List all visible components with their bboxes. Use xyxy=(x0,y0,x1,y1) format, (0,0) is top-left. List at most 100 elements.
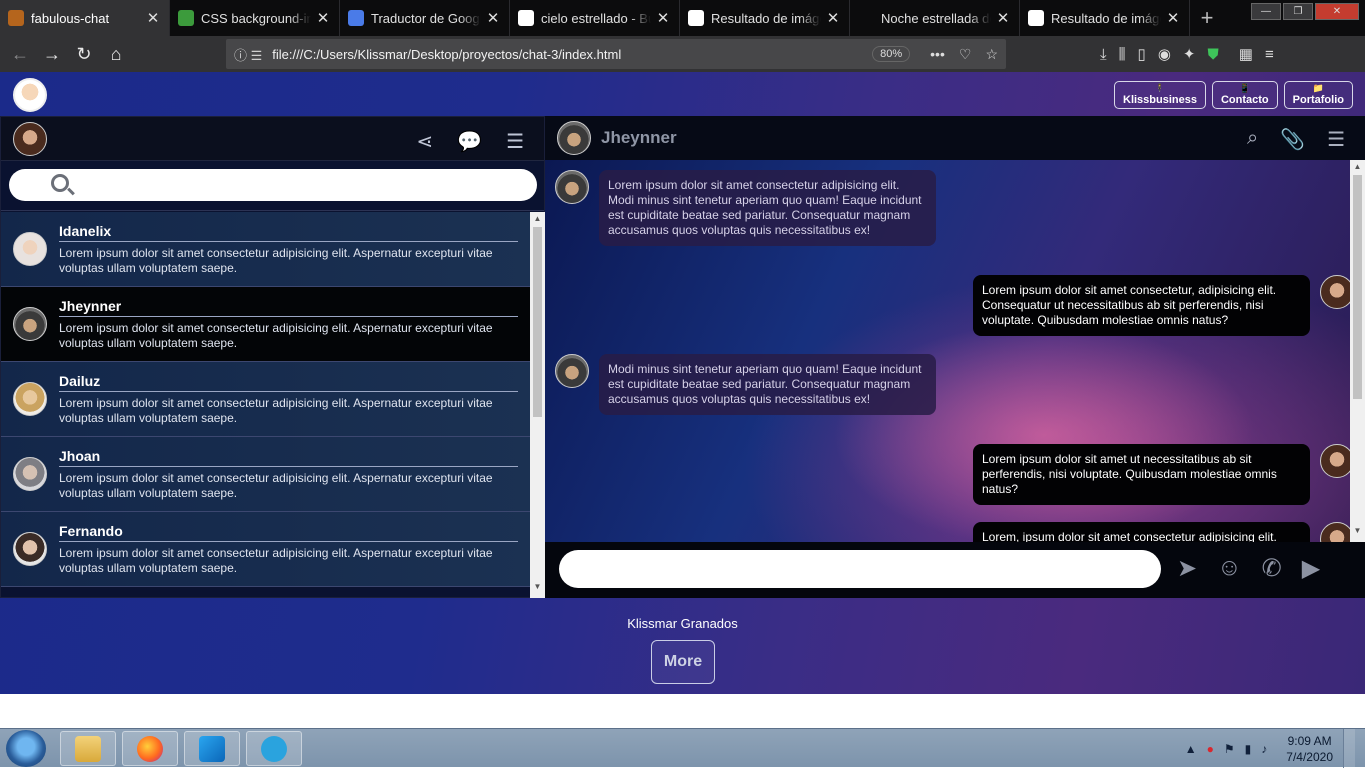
header-button-klissbusiness[interactable]: 🕴 Klissbusiness xyxy=(1114,81,1206,109)
divider xyxy=(1,210,544,211)
contact-name: Jheynner xyxy=(59,298,518,317)
browser-tab[interactable]: cielo estrellado - Bús ✕ xyxy=(510,0,680,36)
message-input[interactable] xyxy=(559,550,1161,588)
close-tab-icon[interactable]: ✕ xyxy=(315,9,331,27)
search-input[interactable] xyxy=(9,169,537,201)
close-tab-icon[interactable]: ✕ xyxy=(1165,9,1181,27)
message-row: Lorem, ipsum dolor sit amet consectetur … xyxy=(973,522,1350,542)
contact-avatar[interactable] xyxy=(557,121,591,155)
shield-icon[interactable]: ⛊ xyxy=(1207,46,1218,63)
contact-list-item[interactable]: Jhoan Lorem ipsum dolor sit amet consecte… xyxy=(1,437,530,512)
contact-list-item[interactable]: Jheynner Lorem ipsum dolor sit amet conse… xyxy=(1,287,530,362)
account-icon[interactable]: ◉ xyxy=(1158,45,1171,63)
close-tab-icon[interactable]: ✕ xyxy=(825,9,841,27)
send-icon[interactable]: ➤ xyxy=(1177,554,1197,583)
browser-tab[interactable]: Noche estrellada del ✕ xyxy=(850,0,1020,36)
browser-tab[interactable]: Traductor de Google ✕ xyxy=(340,0,510,36)
search-icon[interactable]: ⌕ xyxy=(1247,127,1258,152)
network-icon[interactable]: ▮ xyxy=(1245,742,1252,756)
close-tab-icon[interactable]: ✕ xyxy=(145,9,161,27)
tab-title: CSS background-ima xyxy=(201,10,311,26)
volume-icon[interactable]: ♪ xyxy=(1261,742,1267,756)
minimize-button[interactable]: — xyxy=(1251,3,1281,20)
tab-title: Traductor de Google xyxy=(371,10,481,26)
downloads-icon[interactable]: ⤓ xyxy=(1100,46,1107,63)
profile-avatar[interactable] xyxy=(13,121,47,156)
favicon-icon xyxy=(348,10,364,26)
menu-icon[interactable]: ☰ xyxy=(1327,127,1345,152)
contact-list-item[interactable]: Fernando Lorem ipsum dolor sit amet conse… xyxy=(1,512,530,587)
contacts-scrollbar[interactable]: ▲ ▼ xyxy=(530,212,545,598)
show-desktop-button[interactable] xyxy=(1343,729,1355,768)
sidebar-icon[interactable]: ▯ xyxy=(1138,45,1146,63)
favicon-icon xyxy=(178,10,194,26)
browser-tab[interactable]: Resultado de imágen✕ xyxy=(1020,0,1190,36)
window-controls: — ❐ ✕ xyxy=(1251,3,1359,20)
page-actions-icon[interactable]: ••• xyxy=(930,46,945,63)
back-icon[interactable]: ← xyxy=(4,38,36,70)
tray-expand-icon[interactable]: ▲ xyxy=(1185,742,1197,756)
home-icon[interactable]: ⌂ xyxy=(100,38,132,70)
firefox-taskbar-icon[interactable] xyxy=(122,731,178,766)
site-info-icon[interactable]: ⓘ ☰ xyxy=(234,45,262,64)
close-window-button[interactable]: ✕ xyxy=(1315,3,1359,20)
close-tab-icon[interactable]: ✕ xyxy=(995,9,1011,27)
menu-icon[interactable]: ≡ xyxy=(1265,46,1274,63)
url-bar[interactable]: ⓘ ☰ file:///C:/Users/Klissmar/Desktop/pr… xyxy=(226,39,1006,69)
library-icon[interactable]: ⫼ xyxy=(1119,46,1126,63)
pocket-icon[interactable]: ♡ xyxy=(959,46,972,63)
outgoing-message: Lorem, ipsum dolor sit amet consectetur … xyxy=(973,522,1310,542)
new-chat-icon[interactable]: 💬 xyxy=(457,129,482,154)
contact-name: Idanelix xyxy=(59,223,518,242)
telegram-taskbar-icon[interactable] xyxy=(246,731,302,766)
extension-icon[interactable]: ✦ xyxy=(1183,45,1196,63)
message-avatar xyxy=(555,354,589,388)
explorer-taskbar-icon[interactable] xyxy=(60,731,116,766)
video-icon[interactable]: ▶ xyxy=(1302,554,1320,583)
url-text[interactable]: file:///C:/Users/Klissmar/Desktop/proyec… xyxy=(272,47,872,62)
clock[interactable]: 9:09 AM 7/4/2020 xyxy=(1286,733,1333,765)
outgoing-message: Lorem ipsum dolor sit amet ut necessitat… xyxy=(973,444,1310,505)
top-header: 🕴 Klissbusiness 📱 Contacto 📁 Portafolio xyxy=(0,72,1365,116)
message-avatar xyxy=(555,170,589,204)
emoji-icon[interactable]: ☺ xyxy=(1217,554,1242,583)
vscode-taskbar-icon[interactable] xyxy=(184,731,240,766)
contact-list-item[interactable]: Idanelix Lorem ipsum dolor sit amet conse… xyxy=(1,212,530,287)
zoom-level[interactable]: 80% xyxy=(872,46,911,62)
new-tab-button[interactable]: + xyxy=(1190,0,1224,36)
menu-icon[interactable]: ☰ xyxy=(506,129,524,154)
flag-icon[interactable]: ⚑ xyxy=(1224,742,1235,756)
windows-taskbar: ▲ ● ⚑ ▮ ♪ 9:09 AM 7/4/2020 xyxy=(0,728,1365,768)
more-button[interactable]: More xyxy=(651,640,715,684)
system-tray: ▲ ● ⚑ ▮ ♪ 9:09 AM 7/4/2020 xyxy=(1180,729,1365,768)
header-button-portafolio[interactable]: 📁 Portafolio xyxy=(1283,81,1353,109)
browser-tab[interactable]: CSS background-ima✕ xyxy=(170,0,340,36)
conversation-panel: Jheynner ⌕ 📎 ☰ Lorem ipsum dolor sit ame… xyxy=(545,116,1365,598)
favicon-icon xyxy=(1028,10,1044,26)
user-avatar[interactable] xyxy=(13,78,47,112)
attach-icon[interactable]: 📎 xyxy=(1280,127,1305,152)
close-tab-icon[interactable]: ✕ xyxy=(485,9,501,27)
mega-icon[interactable]: ● xyxy=(1207,742,1214,756)
contact-preview: Lorem ipsum dolor sit amet consectetur a… xyxy=(59,470,493,500)
close-tab-icon[interactable]: ✕ xyxy=(655,9,671,27)
forward-icon[interactable]: → xyxy=(36,38,68,70)
header-button-label: Klissbusiness xyxy=(1123,93,1197,106)
start-button[interactable] xyxy=(6,730,46,767)
messages-scrollbar[interactable]: ▲ ▼ xyxy=(1350,160,1365,542)
contact-list-item[interactable]: Dailuz Lorem ipsum dolor sit amet consect… xyxy=(1,362,530,437)
header-button-contacto[interactable]: 📱 Contacto xyxy=(1211,81,1278,109)
extensions-grid-icon[interactable]: ▦ xyxy=(1239,45,1253,63)
bookmark-star-icon[interactable]: ☆ xyxy=(985,46,998,63)
share-icon[interactable]: ⋖ xyxy=(416,129,433,154)
reload-icon[interactable]: ↻ xyxy=(68,38,100,70)
header-button-icon: 📁 xyxy=(1312,83,1324,93)
message-avatar xyxy=(1320,522,1350,542)
maximize-button[interactable]: ❐ xyxy=(1283,3,1313,20)
page-footer: Klissmar Granados More xyxy=(0,598,1365,694)
tab-title: cielo estrellado - Bús xyxy=(541,10,651,26)
contact-avatar xyxy=(13,232,47,266)
browser-tab[interactable]: fabulous-chat ✕ xyxy=(0,0,170,36)
phone-icon[interactable]: ✆ xyxy=(1262,554,1282,583)
browser-tab[interactable]: Resultado de imágen✕ xyxy=(680,0,850,36)
